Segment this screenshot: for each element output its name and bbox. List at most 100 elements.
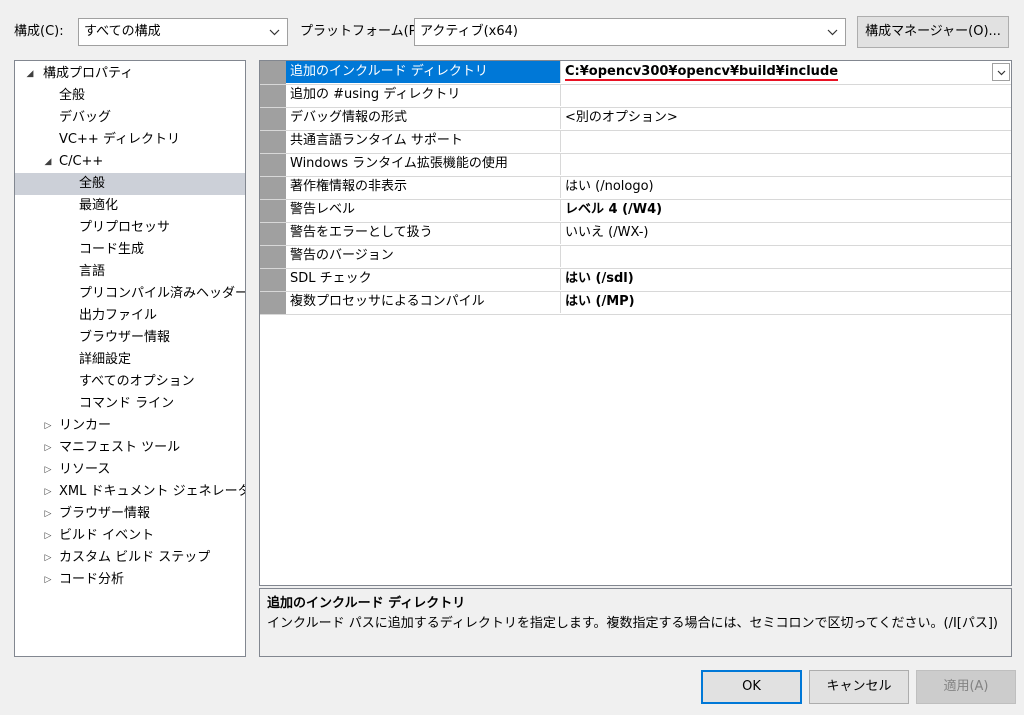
grid-row-using-dirs[interactable]: 追加の #using ディレクトリ — [260, 84, 1011, 108]
grid-row-value[interactable] — [561, 130, 1011, 152]
tree-item-cpp-output-files[interactable]: 出力ファイル — [15, 305, 245, 327]
tree-item-custom-build-step[interactable]: ▷ カスタム ビルド ステップ — [15, 547, 245, 569]
collapsed-triangle-icon: ▷ — [44, 465, 52, 475]
tree-item-label: 出力ファイル — [79, 308, 158, 323]
property-tree[interactable]: ◢ 構成プロパティ 全般 デバッグ VC++ ディレクトリ ◢ C/C++ 全般… — [14, 60, 246, 657]
tree-item-label: C/C++ — [59, 154, 104, 169]
tree-item-cpp-general[interactable]: 全般 — [15, 173, 245, 195]
grid-row-value[interactable] — [561, 153, 1011, 175]
tree-item-label: リンカー — [59, 418, 112, 433]
grid-row-value[interactable]: <別のオプション> — [561, 107, 1011, 129]
description-text: インクルード パスに追加するディレクトリを指定します。複数指定する場合には、セミ… — [267, 616, 998, 631]
tree-item-manifest-tool[interactable]: ▷ マニフェスト ツール — [15, 437, 245, 459]
chevron-down-icon — [825, 19, 839, 45]
include-dirs-value: C:¥opencv300¥opencv¥build¥include — [565, 64, 839, 81]
tree-item-general[interactable]: 全般 — [15, 85, 245, 107]
grid-row-value[interactable]: はい (/sdl) — [561, 268, 1011, 290]
include-dirs-value-input[interactable]: C:¥opencv300¥opencv¥build¥include — [561, 61, 990, 83]
tree-item-label: XML ドキュメント ジェネレーター — [59, 484, 246, 499]
tree-item-label: カスタム ビルド ステップ — [59, 550, 211, 565]
description-title: 追加のインクルード ディレクトリ — [267, 596, 466, 611]
tree-item-label: ビルド イベント — [59, 528, 155, 543]
chevron-down-icon — [997, 65, 1006, 80]
grid-row-name: デバッグ情報の形式 — [286, 107, 561, 129]
grid-row-warning-level[interactable]: 警告レベル レベル 4 (/W4) — [260, 199, 1011, 223]
tree-item-build-events[interactable]: ▷ ビルド イベント — [15, 525, 245, 547]
platform-combo[interactable]: アクティブ(x64) — [414, 18, 846, 46]
grid-row-multi-processor[interactable]: 複数プロセッサによるコンパイル はい (/MP) — [260, 291, 1011, 315]
tree-item-label: ブラウザー情報 — [79, 330, 171, 345]
grid-row-name: 警告のバージョン — [286, 245, 561, 267]
grid-row-clr-support[interactable]: 共通言語ランタイム サポート — [260, 130, 1011, 154]
grid-row-value[interactable] — [561, 84, 1011, 106]
tree-item-label: 全般 — [79, 176, 106, 191]
tree-item-cpp[interactable]: ◢ C/C++ — [15, 151, 245, 173]
tree-item-code-analysis[interactable]: ▷ コード分析 — [15, 569, 245, 591]
tree-item-cpp-advanced[interactable]: 詳細設定 — [15, 349, 245, 371]
tree-item-label: コード生成 — [79, 242, 145, 257]
tree-item-config-properties[interactable]: ◢ 構成プロパティ — [15, 63, 245, 85]
tree-item-cpp-browse-info[interactable]: ブラウザー情報 — [15, 327, 245, 349]
collapsed-triangle-icon: ▷ — [44, 531, 52, 541]
collapsed-triangle-icon: ▷ — [44, 509, 52, 519]
ok-button[interactable]: OK — [701, 670, 802, 704]
grid-row-debug-info-format[interactable]: デバッグ情報の形式 <別のオプション> — [260, 107, 1011, 131]
tree-item-label: デバッグ — [59, 110, 112, 125]
grid-row-value[interactable]: いいえ (/WX-) — [561, 222, 1011, 244]
config-label: 構成(C): — [14, 24, 64, 39]
grid-row-value[interactable]: レベル 4 (/W4) — [561, 199, 1011, 221]
tree-item-cpp-precompiled-headers[interactable]: プリコンパイル済みヘッダー — [15, 283, 245, 305]
platform-combo-value: アクティブ(x64) — [420, 24, 518, 39]
tree-item-label: VC++ ディレクトリ — [59, 132, 180, 147]
tree-item-cpp-codegen[interactable]: コード生成 — [15, 239, 245, 261]
tree-item-resources[interactable]: ▷ リソース — [15, 459, 245, 481]
expanded-triangle-icon: ◢ — [26, 69, 34, 79]
include-dirs-dropdown-button[interactable] — [992, 63, 1010, 81]
tree-item-label: すべてのオプション — [79, 374, 195, 389]
tree-item-cpp-command-line[interactable]: コマンド ライン — [15, 393, 245, 415]
grid-row-name: 著作権情報の非表示 — [286, 176, 561, 198]
tree-item-label: 詳細設定 — [79, 352, 132, 367]
collapsed-triangle-icon: ▷ — [44, 443, 52, 453]
config-combo[interactable]: すべての構成 — [78, 18, 288, 46]
tree-item-cpp-language[interactable]: 言語 — [15, 261, 245, 283]
property-grid[interactable]: 追加のインクルード ディレクトリ C:¥opencv300¥opencv¥bui… — [259, 60, 1012, 586]
grid-row-name: Windows ランタイム拡張機能の使用 — [286, 153, 561, 175]
grid-row-name: 警告レベル — [286, 199, 561, 221]
tree-item-label: コード分析 — [59, 572, 125, 587]
tree-item-cpp-optimization[interactable]: 最適化 — [15, 195, 245, 217]
grid-row-name: 追加の #using ディレクトリ — [286, 84, 561, 106]
grid-row-warnings-as-errors[interactable]: 警告をエラーとして扱う いいえ (/WX-) — [260, 222, 1011, 246]
grid-row-additional-include-dirs[interactable]: 追加のインクルード ディレクトリ C:¥opencv300¥opencv¥bui… — [260, 61, 1011, 85]
grid-row-value[interactable]: はい (/MP) — [561, 291, 1011, 313]
grid-row-value[interactable] — [561, 245, 1011, 267]
tree-item-cpp-preprocessor[interactable]: プリプロセッサ — [15, 217, 245, 239]
grid-row-name: SDL チェック — [286, 268, 561, 290]
collapsed-triangle-icon: ▷ — [44, 553, 52, 563]
grid-row-warning-version[interactable]: 警告のバージョン — [260, 245, 1011, 269]
tree-item-label: 最適化 — [79, 198, 119, 213]
collapsed-triangle-icon: ▷ — [44, 487, 52, 497]
tree-item-label: リソース — [59, 462, 111, 477]
tree-item-linker[interactable]: ▷ リンカー — [15, 415, 245, 437]
chevron-down-icon — [267, 19, 281, 45]
tree-item-vc-directories[interactable]: VC++ ディレクトリ — [15, 129, 245, 151]
expanded-triangle-icon: ◢ — [44, 157, 52, 167]
grid-row-suppress-banner[interactable]: 著作権情報の非表示 はい (/nologo) — [260, 176, 1011, 200]
tree-item-cpp-all-options[interactable]: すべてのオプション — [15, 371, 245, 393]
apply-button[interactable]: 適用(A) — [916, 670, 1016, 704]
grid-row-sdl-checks[interactable]: SDL チェック はい (/sdl) — [260, 268, 1011, 292]
tree-item-label: コマンド ライン — [79, 396, 175, 411]
tree-item-label: 構成プロパティ — [43, 66, 134, 81]
tree-item-browse-info[interactable]: ▷ ブラウザー情報 — [15, 503, 245, 525]
grid-row-value[interactable]: はい (/nologo) — [561, 176, 1011, 198]
grid-row-windows-runtime-ext[interactable]: Windows ランタイム拡張機能の使用 — [260, 153, 1011, 177]
grid-row-name: 追加のインクルード ディレクトリ — [286, 61, 561, 83]
config-manager-button[interactable]: 構成マネージャー(O)... — [857, 16, 1009, 48]
grid-row-name: 共通言語ランタイム サポート — [286, 130, 561, 152]
tree-item-debug[interactable]: デバッグ — [15, 107, 245, 129]
tree-item-label: 全般 — [59, 88, 86, 103]
tree-item-xml-doc-generator[interactable]: ▷ XML ドキュメント ジェネレーター — [15, 481, 245, 503]
tree-item-label: ブラウザー情報 — [59, 506, 151, 521]
cancel-button[interactable]: キャンセル — [809, 670, 909, 704]
